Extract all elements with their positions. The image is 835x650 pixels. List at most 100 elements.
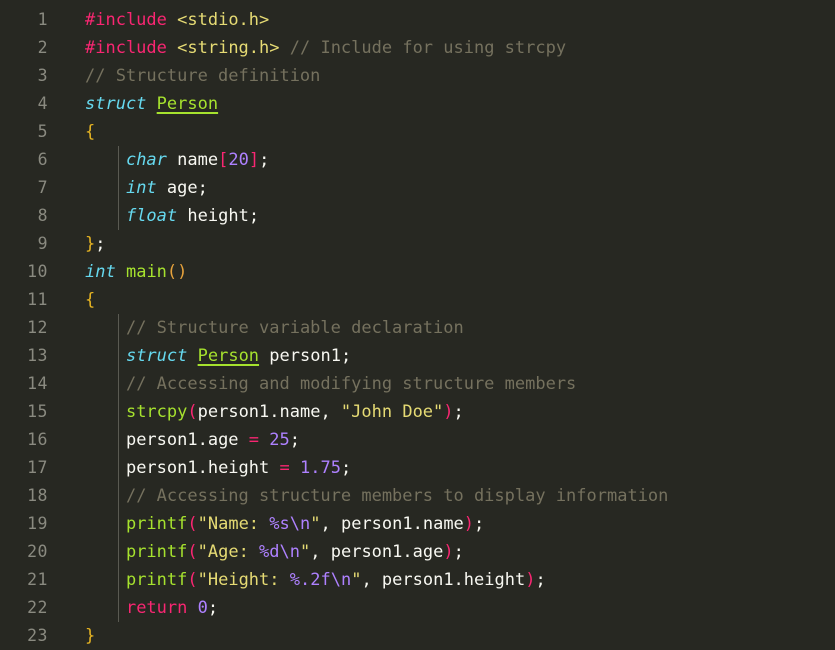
- line-number: 6: [37, 150, 48, 169]
- token: (: [187, 542, 198, 562]
- token: 0: [197, 598, 208, 618]
- token: ;: [474, 514, 485, 534]
- token: [: [218, 150, 229, 170]
- token: ;: [340, 346, 352, 366]
- line-content[interactable]: #include <stdio.h>: [85, 6, 269, 34]
- code-editor[interactable]: 1 #include <stdio.h> 2 #include <string.h> …: [0, 0, 835, 646]
- code-line[interactable]: 20 printf("Age: %d\n", person1.age);: [0, 538, 835, 566]
- line-content[interactable]: printf("Age: %d\n", person1.age);: [85, 538, 464, 566]
- line-content[interactable]: int main(): [85, 258, 187, 286]
- token: ;: [340, 458, 352, 478]
- token: person1.age: [125, 430, 249, 450]
- line-content[interactable]: {: [85, 286, 95, 314]
- token: ]: [248, 150, 260, 170]
- line-number: 4: [37, 94, 48, 113]
- line-number: 11: [27, 290, 48, 309]
- line-number: 14: [27, 374, 48, 393]
- code-line[interactable]: 17 person1.height = 1.75;: [0, 454, 835, 482]
- line-content[interactable]: printf("Height: %.2f\n", person1.height)…: [85, 566, 546, 594]
- line-content[interactable]: };: [85, 230, 106, 258]
- token: \n: [330, 570, 352, 590]
- token: struct: [85, 94, 147, 114]
- code-line[interactable]: 3 // Structure definition: [0, 62, 835, 90]
- line-content[interactable]: // Structure definition: [85, 62, 320, 90]
- token: ;: [197, 178, 208, 198]
- token: ;: [535, 570, 546, 590]
- token: ;: [259, 150, 270, 170]
- code-line[interactable]: 1 #include <stdio.h>: [0, 6, 835, 34]
- line-content[interactable]: struct Person: [85, 90, 218, 118]
- line-content[interactable]: {: [85, 118, 95, 146]
- line-content[interactable]: char name[20];: [85, 146, 269, 174]
- code-line[interactable]: 15 strcpy(person1.name, "John Doe");: [0, 398, 835, 426]
- code-line[interactable]: 16 person1.age = 25;: [0, 426, 835, 454]
- line-content[interactable]: float height;: [85, 202, 259, 230]
- line-content[interactable]: // Structure variable declaration: [85, 314, 464, 342]
- line-content[interactable]: strcpy(person1.name, "John Doe");: [85, 398, 464, 426]
- code-line[interactable]: 18 // Accessing structure members to dis…: [0, 482, 835, 510]
- line-content[interactable]: // Accessing and modifying structure mem…: [85, 370, 576, 398]
- line-content[interactable]: int age;: [85, 174, 208, 202]
- code-area[interactable]: 1 #include <stdio.h> 2 #include <string.h> …: [0, 0, 835, 650]
- line-content[interactable]: }: [85, 622, 95, 650]
- code-line[interactable]: 5{: [0, 118, 835, 146]
- line-content[interactable]: // Accessing structure members to displa…: [85, 482, 668, 510]
- code-line[interactable]: 14 // Accessing and modifying structure …: [0, 370, 835, 398]
- token: %d: [259, 542, 280, 562]
- code-line[interactable]: 22 return 0;: [0, 594, 835, 622]
- code-line[interactable]: 21 printf("Height: %.2f\n", person1.heig…: [0, 566, 835, 594]
- token: ): [443, 542, 454, 562]
- token: 1.75: [299, 458, 341, 478]
- token: =: [248, 430, 260, 450]
- line-number: 10: [27, 262, 48, 281]
- line-number: 1: [37, 10, 48, 29]
- token: age: [166, 178, 198, 198]
- code-line[interactable]: 13 struct Person person1;: [0, 342, 835, 370]
- line-content[interactable]: printf("Name: %s\n", person1.name);: [85, 510, 484, 538]
- code-line[interactable]: 2 #include <string.h> // Include for usin…: [0, 34, 835, 62]
- token: %.2f: [289, 570, 331, 590]
- token: ): [525, 570, 536, 590]
- token: <stdio.h>: [177, 10, 270, 30]
- line-content[interactable]: person1.age = 25;: [85, 426, 300, 454]
- token: (): [166, 262, 188, 282]
- code-line[interactable]: 6 char name[20];: [0, 146, 835, 174]
- token: return: [125, 598, 188, 618]
- token: ;: [207, 598, 219, 618]
- token: }: [85, 626, 96, 646]
- code-line[interactable]: 4 struct Person: [0, 90, 835, 118]
- token: \n: [289, 514, 311, 534]
- token: person1.height: [125, 458, 280, 478]
- line-content[interactable]: return 0;: [85, 594, 218, 622]
- token: {: [85, 290, 96, 310]
- token: "Name:: [197, 514, 270, 534]
- line-content[interactable]: #include <string.h> // Include for using…: [85, 34, 566, 62]
- code-line[interactable]: 23}: [0, 622, 835, 650]
- line-number: 15: [27, 402, 48, 421]
- token: printf: [125, 514, 188, 534]
- code-line[interactable]: 12 // Structure variable declaration: [0, 314, 835, 342]
- token: person1.name,: [197, 402, 341, 422]
- code-line[interactable]: 8 float height;: [0, 202, 835, 230]
- line-number: 22: [27, 598, 48, 617]
- code-line[interactable]: 11 {: [0, 286, 835, 314]
- token: #include: [85, 38, 167, 58]
- code-line[interactable]: 7 int age;: [0, 174, 835, 202]
- line-content[interactable]: person1.height = 1.75;: [85, 454, 351, 482]
- code-line[interactable]: 9};: [0, 230, 835, 258]
- code-line[interactable]: 19 printf("Name: %s\n", person1.name);: [0, 510, 835, 538]
- line-content[interactable]: struct Person person1;: [85, 342, 351, 370]
- token: printf: [125, 542, 188, 562]
- line-number: 12: [27, 318, 48, 337]
- token: ;: [453, 402, 464, 422]
- code-line[interactable]: 10 int main(): [0, 258, 835, 286]
- line-number: 13: [27, 346, 48, 365]
